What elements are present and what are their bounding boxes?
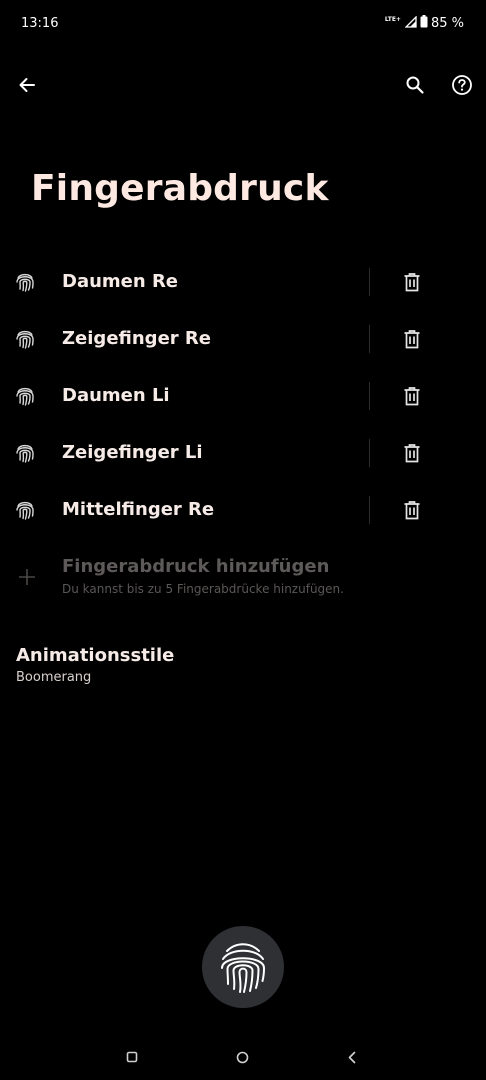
fingerprint-list: Daumen Re Zeigefinger Re Daumen Li Zeige… bbox=[0, 254, 486, 539]
signal-icon bbox=[404, 14, 417, 32]
battery-level: 85 % bbox=[430, 16, 464, 31]
animation-style-value: Boomerang bbox=[16, 670, 92, 685]
delete-button[interactable] bbox=[400, 498, 424, 522]
fingerprint-label: Zeigefinger Li bbox=[62, 442, 203, 463]
animation-style-item[interactable]: Animationsstile Boomerang bbox=[16, 645, 174, 685]
fingerprint-icon bbox=[16, 330, 34, 349]
add-fingerprint-title: Fingerabdruck hinzufügen bbox=[62, 556, 330, 577]
help-button[interactable] bbox=[442, 65, 482, 105]
recents-icon bbox=[126, 1051, 138, 1063]
fingerprint-icon bbox=[16, 501, 34, 520]
search-icon bbox=[406, 76, 424, 94]
delete-button[interactable] bbox=[400, 441, 424, 465]
trash-icon bbox=[404, 273, 420, 292]
home-button[interactable] bbox=[229, 1044, 255, 1070]
divider bbox=[369, 496, 370, 524]
fingerprint-label: Mittelfinger Re bbox=[62, 499, 215, 520]
fingerprint-label: Daumen Li bbox=[62, 385, 170, 406]
home-icon bbox=[236, 1051, 248, 1063]
fingerprint-sensor[interactable] bbox=[202, 926, 284, 1008]
fingerprint-item[interactable]: Daumen Re bbox=[0, 254, 486, 311]
trash-icon bbox=[404, 444, 420, 463]
trash-icon bbox=[404, 387, 420, 406]
chevron-left-icon bbox=[348, 1051, 356, 1063]
divider bbox=[369, 268, 370, 296]
divider bbox=[369, 325, 370, 353]
delete-button[interactable] bbox=[400, 384, 424, 408]
plus-icon bbox=[19, 569, 35, 585]
add-fingerprint-item[interactable]: Fingerabdruck hinzufügen Du kannst bis z… bbox=[0, 550, 486, 610]
search-button[interactable] bbox=[395, 65, 435, 105]
animation-style-title: Animationsstile bbox=[16, 645, 175, 666]
fingerprint-icon bbox=[16, 273, 34, 292]
status-bar: 13:16 LTE+ 85 % bbox=[0, 0, 486, 48]
status-icons: LTE+ 85 % bbox=[384, 14, 464, 32]
divider bbox=[369, 439, 370, 467]
trash-icon bbox=[404, 330, 420, 349]
recents-button[interactable] bbox=[119, 1044, 145, 1070]
delete-button[interactable] bbox=[400, 327, 424, 351]
back-button[interactable] bbox=[7, 65, 47, 105]
fingerprint-item[interactable]: Daumen Li bbox=[0, 368, 486, 425]
fingerprint-item[interactable]: Mittelfinger Re bbox=[0, 482, 486, 539]
fingerprint-icon bbox=[16, 444, 34, 463]
arrow-back-icon bbox=[19, 78, 35, 92]
add-fingerprint-subtitle: Du kannst bis zu 5 Fingerabdrücke hinzuf… bbox=[62, 582, 344, 596]
network-type: LTE+ bbox=[384, 16, 401, 23]
battery-icon bbox=[420, 15, 428, 32]
fingerprint-icon bbox=[16, 387, 34, 406]
fingerprint-label: Zeigefinger Re bbox=[62, 328, 211, 349]
divider bbox=[369, 382, 370, 410]
nav-back-button[interactable] bbox=[339, 1044, 365, 1070]
page-title: Fingerabdruck bbox=[31, 168, 329, 209]
status-time: 13:16 bbox=[21, 16, 59, 31]
fingerprint-item[interactable]: Zeigefinger Re bbox=[0, 311, 486, 368]
fingerprint-item[interactable]: Zeigefinger Li bbox=[0, 425, 486, 482]
help-circle-icon bbox=[452, 75, 472, 95]
fingerprint-label: Daumen Re bbox=[62, 271, 179, 292]
fingerprint-icon bbox=[221, 943, 266, 993]
delete-button[interactable] bbox=[400, 270, 424, 294]
trash-icon bbox=[404, 501, 420, 520]
